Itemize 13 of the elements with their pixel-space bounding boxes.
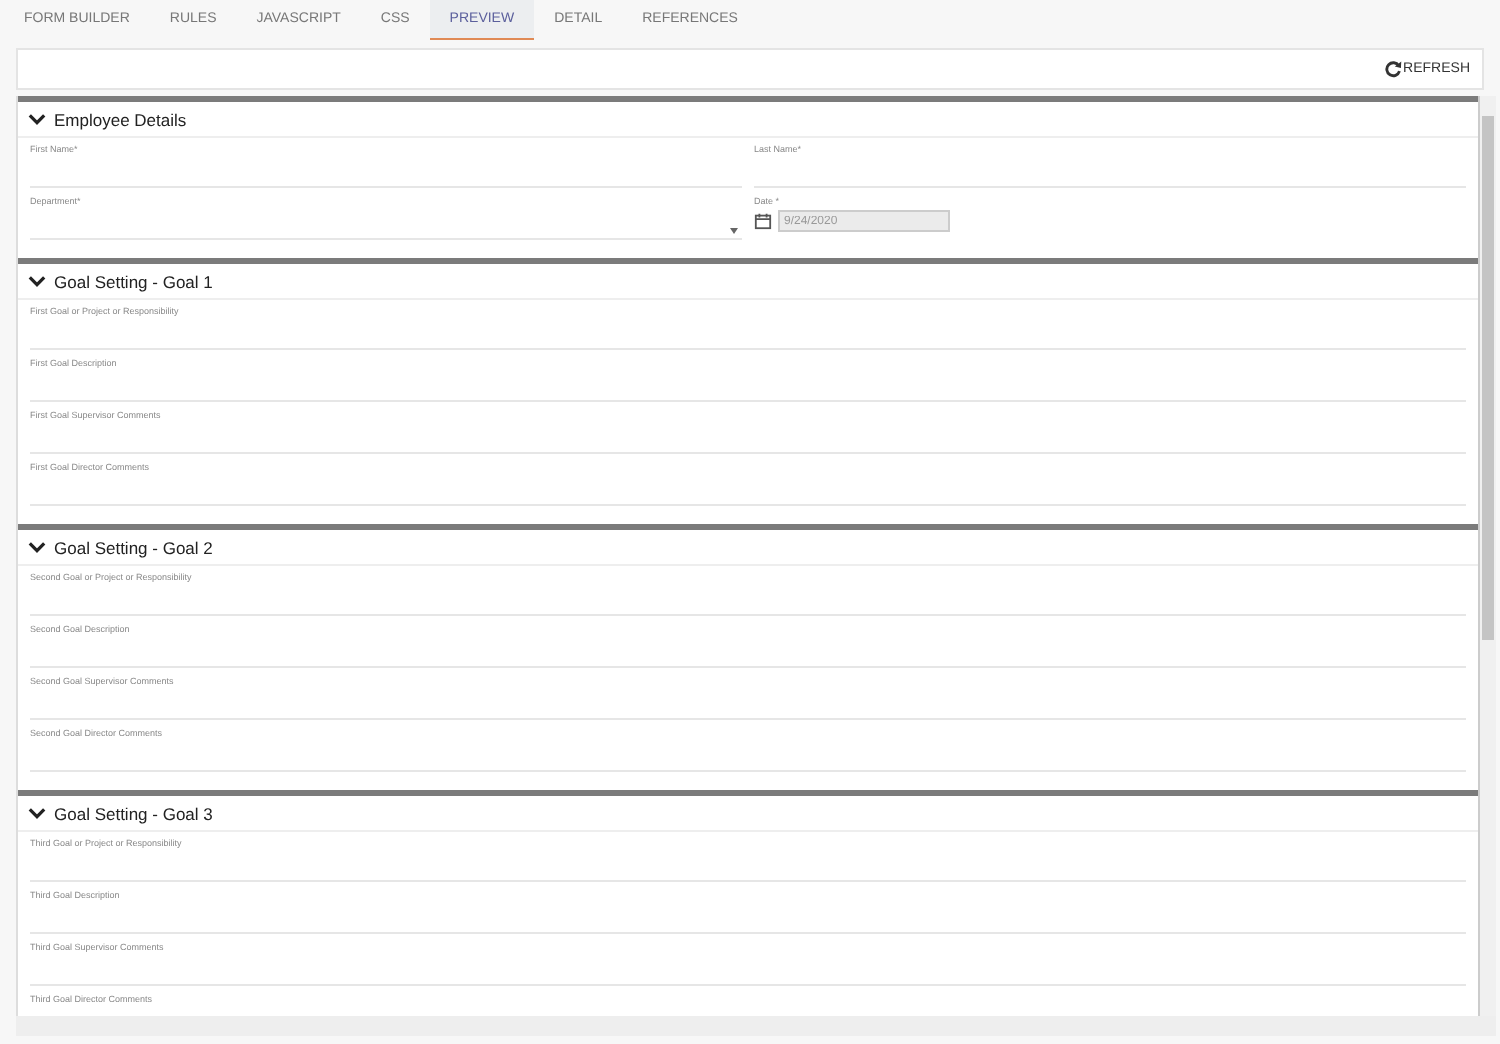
section-title: Goal Setting - Goal 3 bbox=[54, 803, 213, 823]
calendar-icon[interactable] bbox=[754, 212, 772, 230]
section-title: Goal Setting - Goal 2 bbox=[54, 537, 213, 557]
chevron-icon[interactable] bbox=[28, 538, 46, 556]
section-title: Goal Setting - Goal 1 bbox=[54, 271, 213, 291]
refresh-icon bbox=[1383, 60, 1402, 78]
chevron-icon[interactable] bbox=[28, 110, 46, 128]
section-title: Employee Details bbox=[54, 109, 187, 129]
chevron-icon[interactable] bbox=[28, 804, 46, 822]
caret-icon bbox=[730, 228, 738, 234]
horizontal-scrollbar[interactable] bbox=[16, 1016, 1496, 1036]
scrollbar[interactable] bbox=[1480, 96, 1496, 1016]
chevron-icon[interactable] bbox=[28, 272, 46, 290]
